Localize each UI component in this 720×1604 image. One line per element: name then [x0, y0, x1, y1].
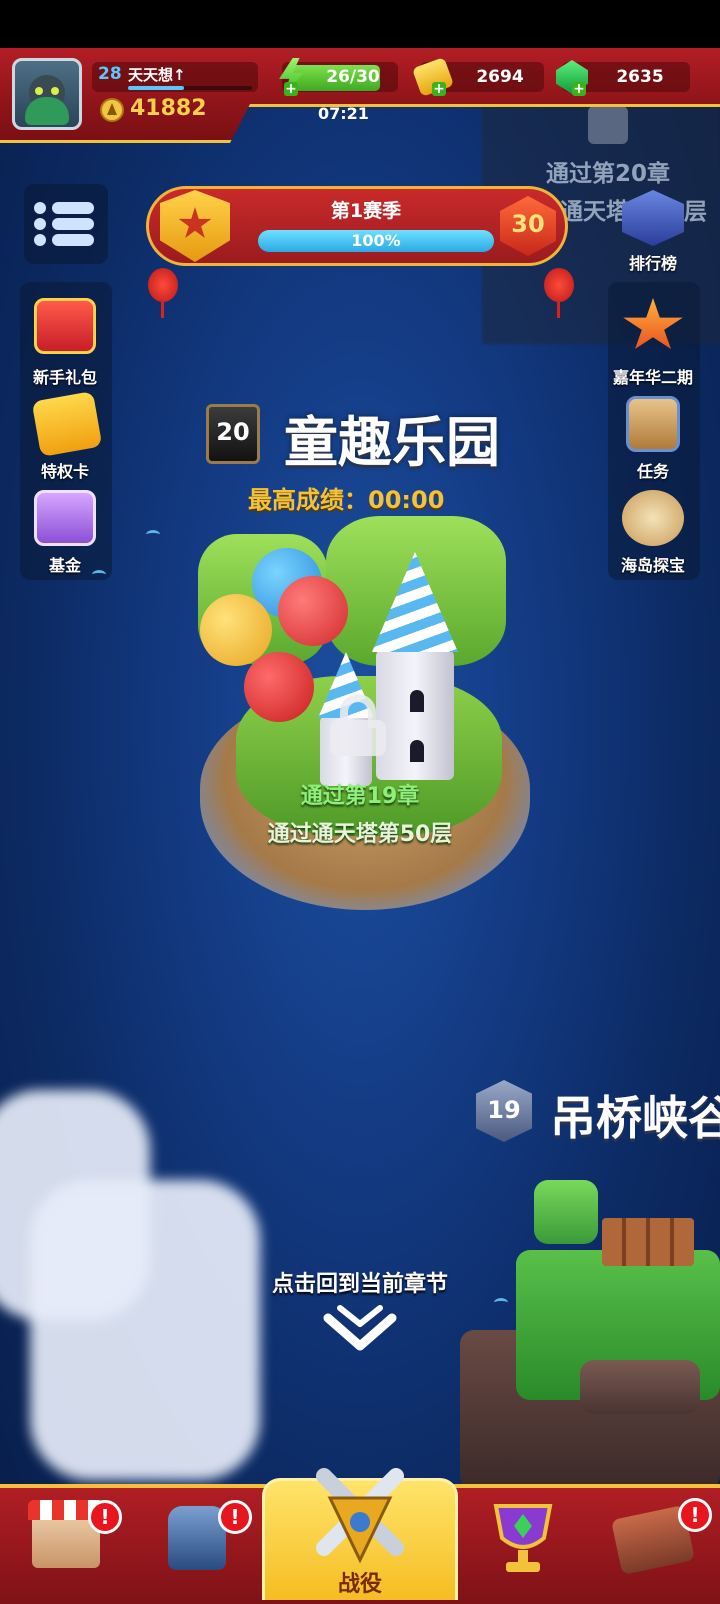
- right-menu-label: 嘉年华二期: [612, 368, 693, 387]
- player-avatar[interactable]: [12, 58, 82, 130]
- nav-battle-label: 战役: [337, 1572, 382, 1597]
- add-gems-icon[interactable]: +: [572, 82, 586, 96]
- chapter-title: 童趣乐园: [284, 411, 500, 474]
- lantern-icon: [544, 268, 574, 302]
- gift-box-icon: [34, 298, 96, 354]
- privilege-card-icon: [31, 391, 103, 457]
- return-to-chapter-hint[interactable]: 点击回到当前章节: [0, 1266, 720, 1298]
- menu-icon: [34, 202, 46, 214]
- chapter-number: 20: [216, 418, 250, 446]
- add-gold-icon[interactable]: +: [432, 82, 446, 96]
- status-bar: [0, 0, 720, 48]
- avatar-eye: [51, 87, 59, 95]
- castle-window: [410, 690, 424, 712]
- energy-value: 26/30: [326, 67, 380, 87]
- treasure-chest-icon: [34, 490, 96, 546]
- right-menu-label: 海岛探宝: [620, 556, 685, 575]
- left-menu-label: 新手礼包: [32, 368, 97, 387]
- lock-icon: [588, 106, 628, 144]
- add-energy-icon[interactable]: +: [284, 82, 298, 96]
- next-chapter-title: 吊桥峡谷: [550, 1091, 720, 1145]
- lock-body: [330, 720, 386, 756]
- wave-decoration: [494, 1298, 508, 1307]
- gems-value: 2635: [616, 67, 664, 87]
- avatar-eye: [35, 87, 43, 95]
- menu-icon-line: [52, 218, 94, 230]
- menu-icon-line: [52, 202, 94, 214]
- balloon-decoration: [244, 652, 314, 722]
- best-score: 最高成绩：00:00: [248, 486, 445, 514]
- locked-chapter-requirement: 通过第20章: [546, 161, 671, 187]
- task-clipboard-icon: [626, 396, 680, 452]
- lantern-tassel: [161, 302, 164, 318]
- left-menu-label: 特权卡: [40, 462, 89, 481]
- chevron-down-icon[interactable]: [320, 1304, 400, 1360]
- player-name: 天天想↑: [128, 66, 186, 84]
- main-menu-button[interactable]: [24, 184, 108, 264]
- menu-icon: [34, 234, 46, 246]
- unlock-requirement-chapter: 通过第19章: [300, 784, 420, 809]
- balloon-decoration: [278, 576, 348, 646]
- xp-progress-bar: [128, 86, 252, 90]
- island-rock: [580, 1360, 700, 1414]
- menu-icon: [34, 218, 46, 230]
- wooden-bridge: [602, 1218, 694, 1266]
- energy-timer: 07:21: [318, 104, 369, 123]
- alert-badge: !: [678, 1498, 712, 1532]
- xp-progress-fill: [128, 86, 184, 90]
- trophy-cup-icon: [493, 1504, 553, 1572]
- crossed-swords-icon: [316, 1468, 404, 1564]
- season-title: 第1赛季: [330, 200, 402, 222]
- menu-icon-line: [52, 234, 94, 246]
- cloud-decoration: [30, 1180, 260, 1480]
- castle-window: [410, 740, 424, 762]
- right-menu-label: 排行榜: [628, 254, 677, 273]
- wave-decoration: [92, 570, 106, 579]
- alert-badge: !: [218, 1500, 252, 1534]
- power-value: 41882: [130, 96, 207, 121]
- lantern-tassel: [557, 302, 560, 318]
- power-icon: [100, 98, 124, 122]
- season-level: 30: [511, 210, 545, 238]
- island-dice-icon: [622, 490, 684, 546]
- unlock-requirement-tower: 通过通天塔第50层: [267, 822, 453, 847]
- right-menu-label: 任务: [636, 462, 669, 481]
- alert-badge: !: [88, 1500, 122, 1534]
- gold-value: 2694: [476, 67, 524, 87]
- wave-decoration: [146, 530, 160, 539]
- next-chapter-number: 19: [487, 1096, 521, 1124]
- player-level: 28: [98, 64, 122, 84]
- grass-block: [534, 1180, 598, 1244]
- lantern-icon: [148, 268, 178, 302]
- lock-icon: [330, 694, 386, 756]
- avatar-hood: [25, 97, 69, 125]
- season-progress-text: 100%: [351, 231, 401, 250]
- balloon-decoration: [200, 594, 272, 666]
